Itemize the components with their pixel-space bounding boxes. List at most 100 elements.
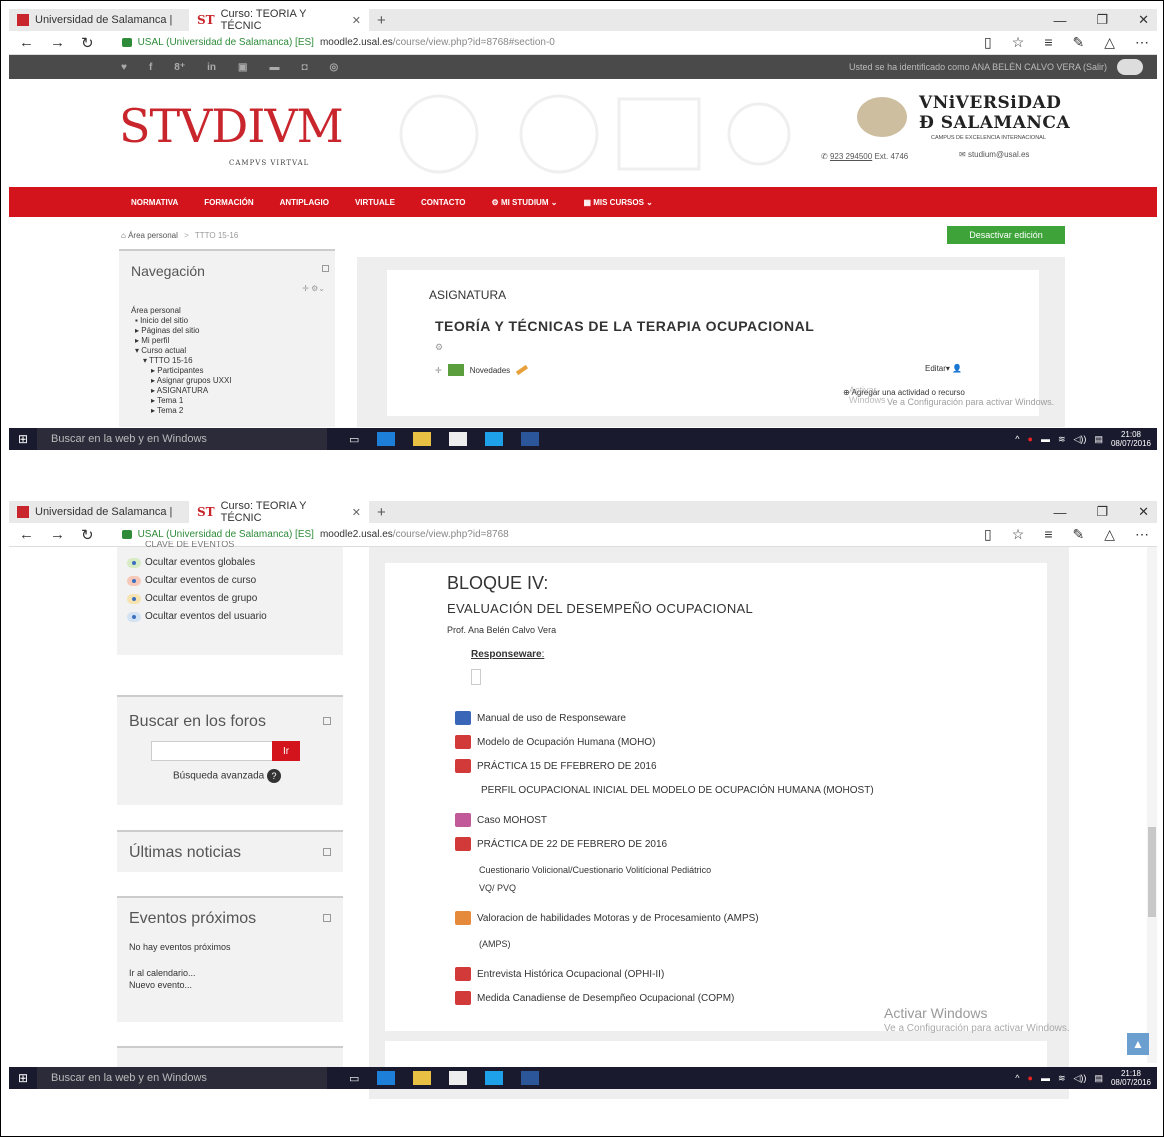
- edge-icon[interactable]: [377, 1071, 396, 1085]
- responseware-link[interactable]: Responseware:: [471, 649, 544, 660]
- store-icon[interactable]: [449, 1071, 468, 1085]
- taskbar-search[interactable]: Buscar en la web y en Windows: [37, 1067, 327, 1089]
- menu-mi-studium[interactable]: ⚙ MI STUDIUM ⌄: [492, 198, 558, 207]
- windows-start-icon[interactable]: ⊞: [9, 1071, 37, 1085]
- notifications-icon[interactable]: ▤: [1094, 1073, 1103, 1084]
- nav-item[interactable]: ▸ Mi perfil: [131, 336, 232, 346]
- tab-usal[interactable]: Universidad de Salamanca |: [9, 501, 189, 523]
- reading-view-icon[interactable]: ▯: [984, 526, 992, 543]
- close-window-icon[interactable]: ✕: [1138, 504, 1149, 520]
- pinterest-icon[interactable]: ◎: [330, 62, 339, 73]
- edit-menu[interactable]: Editar▾ 👤: [925, 364, 962, 373]
- resource-item[interactable]: Modelo de Ocupación Humana (MOHO): [455, 735, 655, 749]
- nav-item[interactable]: ▸ ASIGNATURA: [131, 386, 232, 396]
- taskbar-search[interactable]: Buscar en la web y en Windows: [37, 428, 327, 450]
- flickr-icon[interactable]: ▬: [269, 62, 279, 73]
- collapse-block-icon[interactable]: [323, 717, 331, 725]
- nav-item[interactable]: Área personal: [131, 306, 232, 316]
- collapse-block-icon[interactable]: [323, 914, 331, 922]
- share-icon[interactable]: △: [1104, 526, 1115, 543]
- new-tab-button[interactable]: +: [369, 504, 394, 521]
- resource-item[interactable]: PRÁCTICA 15 DE FFEBRERO DE 2016: [455, 759, 657, 773]
- skype-icon[interactable]: [485, 1071, 504, 1085]
- nav-item[interactable]: ▸ Páginas del sitio: [131, 326, 232, 336]
- minimize-icon[interactable]: —: [1053, 13, 1066, 28]
- url-field[interactable]: USAL (Universidad de Salamanca) [ES] moo…: [121, 37, 555, 48]
- notes-icon[interactable]: ✎: [1072, 34, 1084, 51]
- nav-item[interactable]: ▸ Tema 2: [131, 406, 232, 416]
- restore-icon[interactable]: ❐: [1096, 504, 1108, 520]
- linkedin-icon[interactable]: in: [207, 62, 216, 73]
- windows-start-icon[interactable]: ⊞: [9, 432, 37, 446]
- twitter-icon[interactable]: ♥: [121, 62, 127, 73]
- menu-formacion[interactable]: FORMACIÓN: [204, 198, 253, 207]
- explorer-icon[interactable]: [413, 432, 432, 446]
- url-field[interactable]: USAL (Universidad de Salamanca) [ES] moo…: [121, 529, 509, 540]
- email-contact[interactable]: ✉ studium@usal.es: [959, 150, 1029, 159]
- nav-item[interactable]: ▸ Tema 1: [131, 396, 232, 406]
- clock[interactable]: 21:08 08/07/2016: [1111, 430, 1151, 448]
- word-icon[interactable]: [521, 432, 540, 446]
- menu-virtuale[interactable]: VIRTUALE: [355, 198, 395, 207]
- nav-item[interactable]: ▾ TTTO 15-16: [131, 356, 232, 366]
- page-scrollbar[interactable]: [1147, 547, 1157, 1063]
- battery-icon[interactable]: ▬: [1041, 1073, 1050, 1083]
- move-icon[interactable]: ✛: [435, 366, 442, 375]
- tab-course[interactable]: ST Curso: TEORÍA Y TÉCNIC ✕: [189, 501, 369, 524]
- forward-icon[interactable]: →: [50, 34, 65, 51]
- tab-usal[interactable]: Universidad de Salamanca |: [9, 9, 189, 31]
- more-icon[interactable]: ⋯: [1135, 526, 1149, 543]
- task-view-icon[interactable]: ▭: [349, 1072, 359, 1085]
- word-icon[interactable]: [521, 1071, 540, 1085]
- hide-global-events[interactable]: Ocultar eventos globales: [127, 557, 255, 568]
- new-event-link[interactable]: Nuevo evento...: [129, 980, 192, 990]
- scrollbar-thumb[interactable]: [1148, 827, 1156, 917]
- forward-icon[interactable]: →: [50, 526, 65, 543]
- phone-number[interactable]: 923 294500: [830, 152, 872, 161]
- forum-search-input[interactable]: [151, 741, 273, 761]
- nav-item[interactable]: ▪ Inicio del sitio: [131, 316, 232, 326]
- help-icon[interactable]: ?: [266, 769, 281, 783]
- avatar[interactable]: [1117, 59, 1143, 75]
- resource-item[interactable]: Caso MOHOST: [455, 813, 547, 827]
- forum-search-go-button[interactable]: Ir: [272, 741, 300, 761]
- wifi-icon[interactable]: ≋: [1058, 1073, 1066, 1084]
- nav-item[interactable]: ▾ Curso actual: [131, 346, 232, 356]
- explorer-icon[interactable]: [413, 1071, 432, 1085]
- resource-item[interactable]: Valoracion de habilidades Motoras y de P…: [455, 911, 759, 925]
- hide-user-events[interactable]: Ocultar eventos del usuario: [127, 611, 267, 622]
- menu-antiplagio[interactable]: ANTIPLAGIO: [280, 198, 329, 207]
- tray-app-icon[interactable]: ●: [1028, 1073, 1033, 1083]
- new-tab-button[interactable]: +: [369, 12, 394, 29]
- resource-item[interactable]: PRÁCTICA DE 22 DE FEBRERO DE 2016: [455, 837, 667, 851]
- favorite-star-icon[interactable]: ☆: [1012, 526, 1025, 543]
- reading-view-icon[interactable]: ▯: [984, 34, 992, 51]
- volume-icon[interactable]: ◁)): [1074, 434, 1087, 445]
- resource-item[interactable]: Entrevista Histórica Ocupacional (OPHI-I…: [455, 967, 664, 981]
- pencil-icon[interactable]: [516, 364, 529, 376]
- calendar-link[interactable]: Ir al calendario...: [129, 968, 196, 978]
- edit-summary-icon[interactable]: ⚙: [435, 342, 443, 353]
- notes-icon[interactable]: ✎: [1072, 526, 1084, 543]
- facebook-icon[interactable]: f: [149, 62, 152, 73]
- resource-item[interactable]: Manual de uso de Responseware: [455, 711, 626, 725]
- hide-course-events[interactable]: Ocultar eventos de curso: [127, 575, 256, 586]
- nav-item[interactable]: ▸ Asignar grupos UXXI: [131, 376, 232, 386]
- expand-block-icon[interactable]: [323, 848, 331, 856]
- refresh-icon[interactable]: ↻: [81, 526, 94, 544]
- nav-item[interactable]: ▸ Participantes: [131, 366, 232, 376]
- breadcrumb-home[interactable]: Área personal: [128, 231, 178, 240]
- tray-chevron-icon[interactable]: ^: [1015, 1073, 1019, 1083]
- favorite-star-icon[interactable]: ☆: [1012, 34, 1025, 51]
- hub-icon[interactable]: ≡: [1044, 34, 1052, 51]
- menu-mis-cursos[interactable]: ▦ MIS CURSOS ⌄: [583, 198, 652, 207]
- hide-group-events[interactable]: Ocultar eventos de grupo: [127, 593, 257, 604]
- back-icon[interactable]: ←: [19, 34, 34, 51]
- restore-icon[interactable]: ❐: [1096, 12, 1108, 28]
- breadcrumb-current[interactable]: TTTO 15-16: [195, 231, 238, 240]
- resource-item[interactable]: Medida Canadiense de Desempñeo Ocupacion…: [455, 991, 734, 1005]
- close-window-icon[interactable]: ✕: [1138, 12, 1149, 28]
- edge-icon[interactable]: [377, 432, 396, 446]
- block-tools-icon[interactable]: ✛ ⚙⌄: [302, 284, 325, 293]
- skype-icon[interactable]: [485, 432, 504, 446]
